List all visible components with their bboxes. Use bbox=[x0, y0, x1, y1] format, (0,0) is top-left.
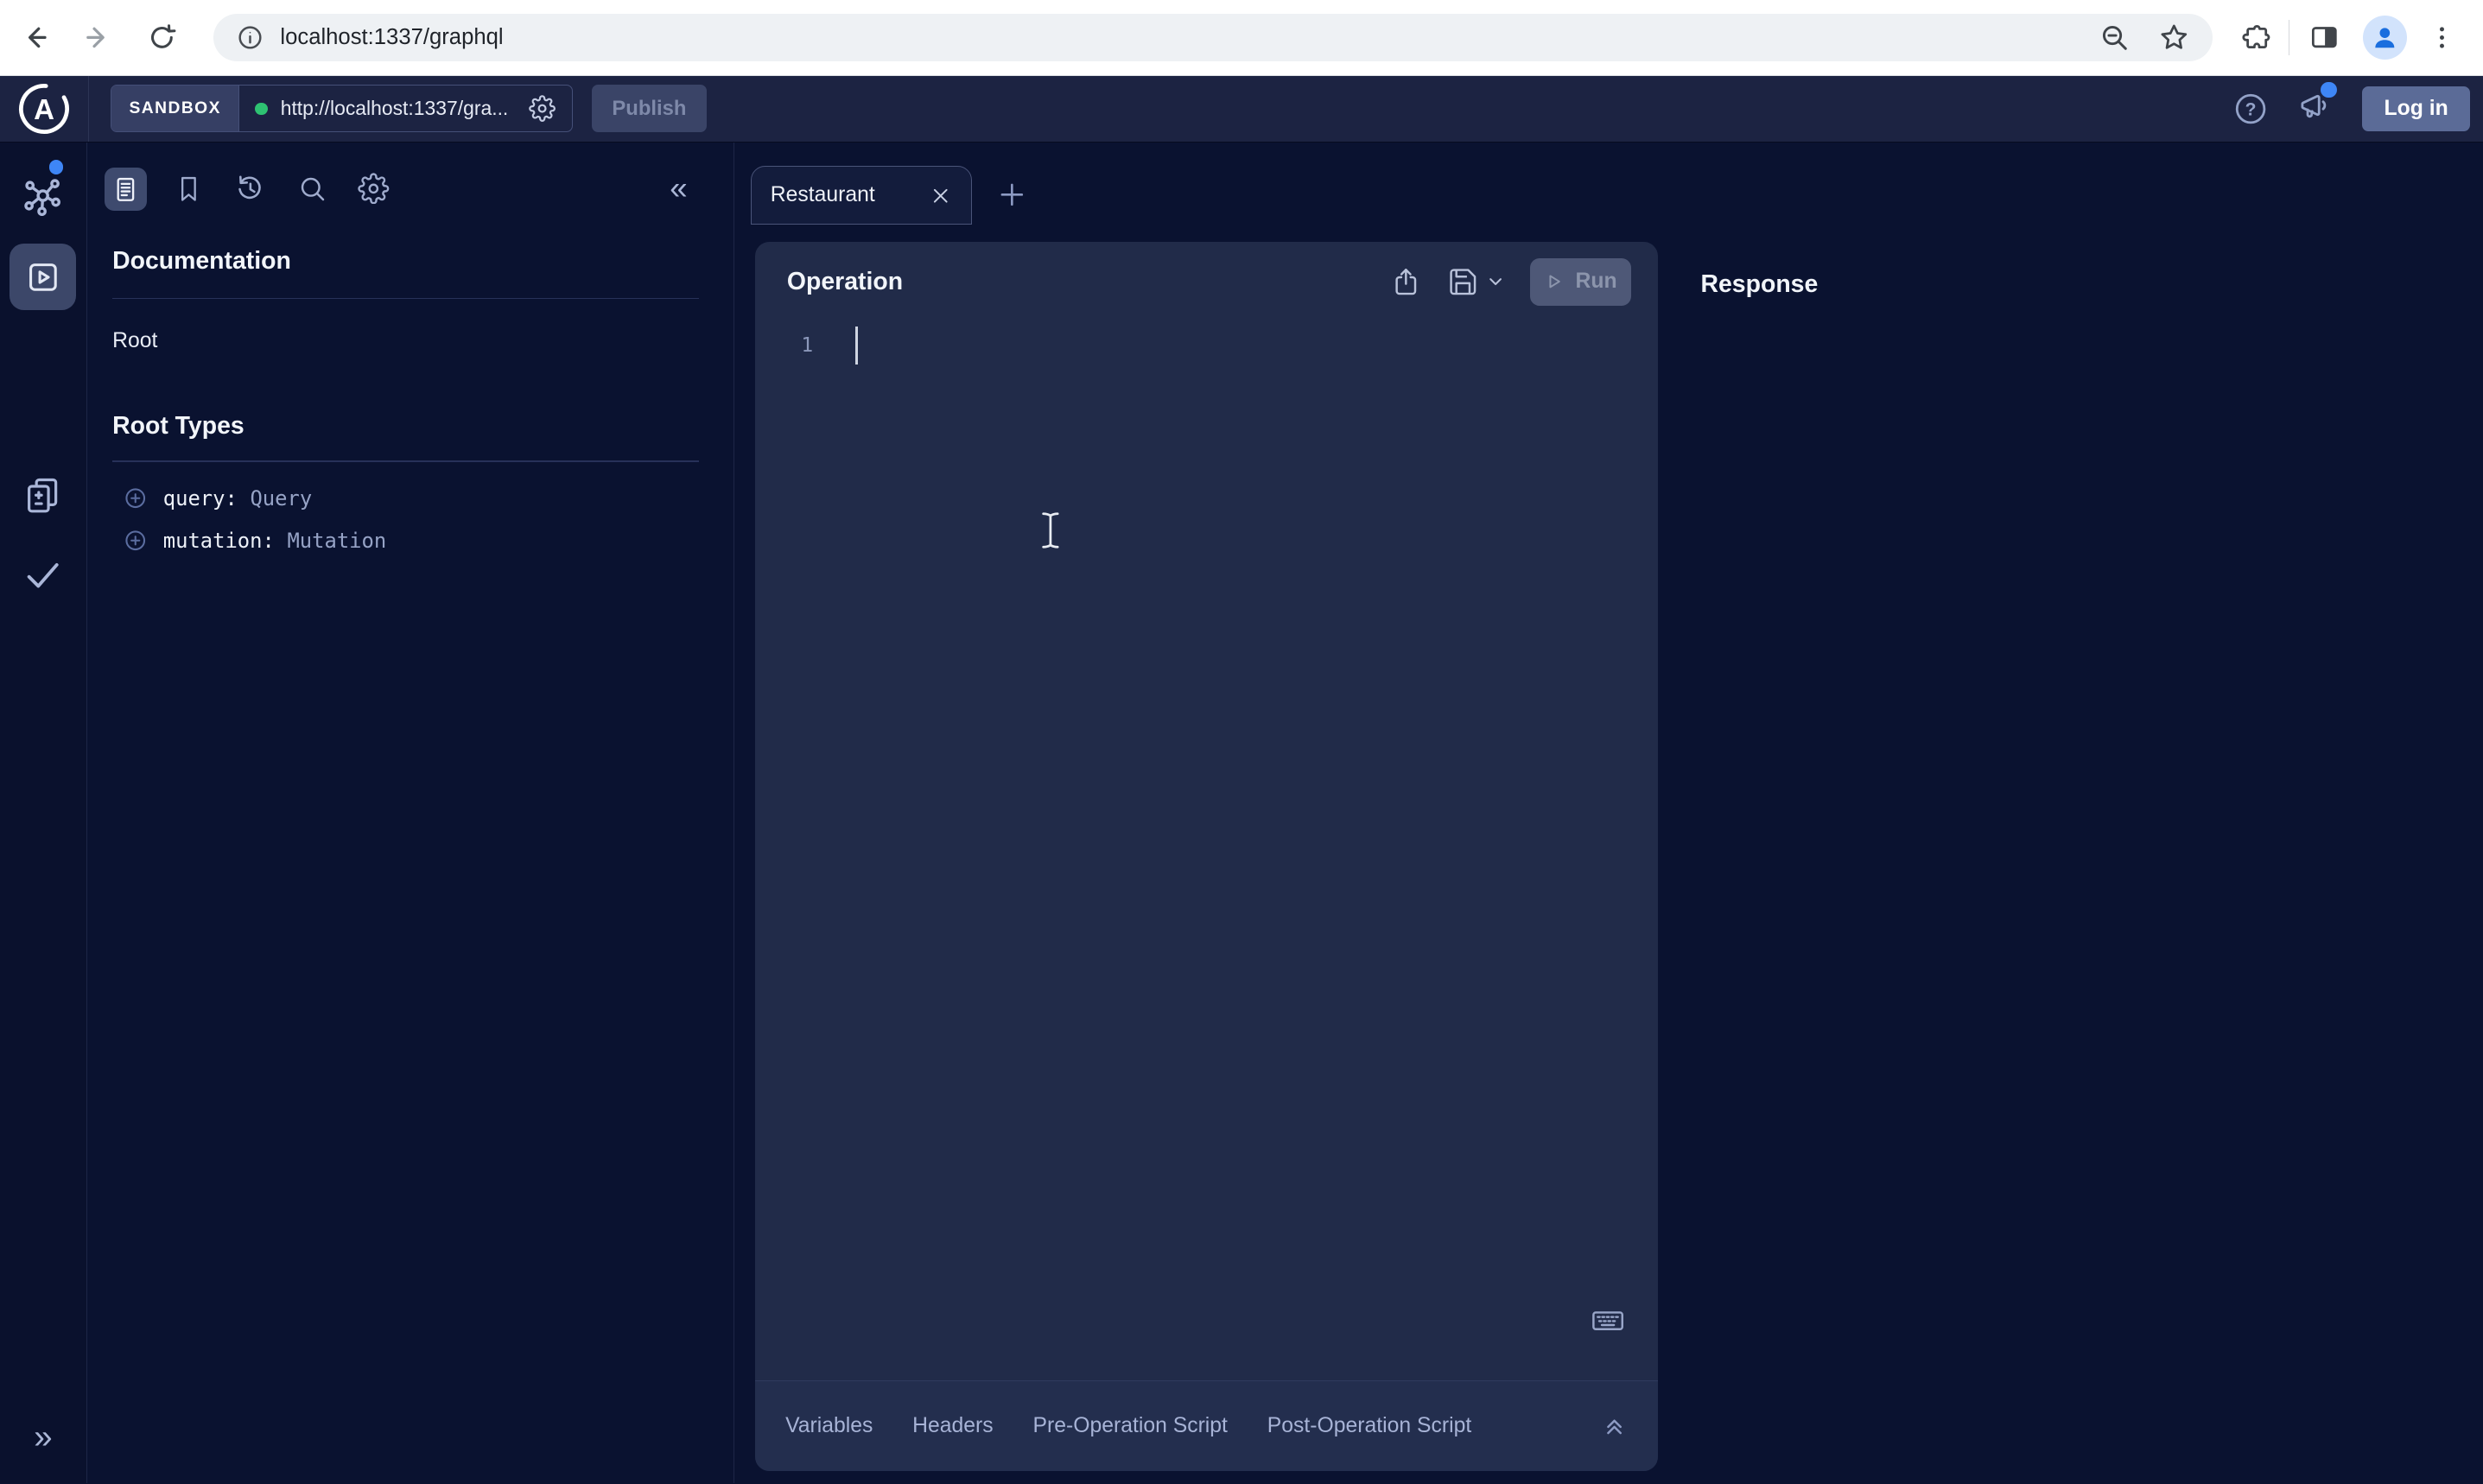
operation-title: Operation bbox=[787, 268, 903, 296]
response-title: Response bbox=[1701, 270, 1819, 298]
response-panel: Response bbox=[1658, 242, 2483, 1483]
explorer-settings-gear-icon[interactable] bbox=[356, 171, 391, 206]
publish-button[interactable]: Publish bbox=[592, 85, 708, 132]
tab-restaurant[interactable]: Restaurant bbox=[751, 166, 973, 225]
root-link[interactable]: Root bbox=[112, 329, 157, 353]
tab-strip: Restaurant bbox=[734, 143, 2483, 242]
endpoint-url-text: http://localhost:1337/gra... bbox=[281, 97, 509, 120]
svg-text:?: ? bbox=[2245, 99, 2256, 119]
history-icon[interactable] bbox=[232, 171, 267, 206]
root-type-row-mutation[interactable]: mutation: Mutation bbox=[124, 529, 386, 553]
notification-dot bbox=[2321, 82, 2336, 98]
announcements-button[interactable] bbox=[2296, 86, 2332, 130]
add-field-icon[interactable] bbox=[124, 486, 147, 510]
save-operation-icon[interactable] bbox=[1447, 266, 1479, 298]
browser-chrome: localhost:1337/graphql bbox=[0, 0, 2483, 76]
profile-avatar[interactable] bbox=[2363, 16, 2407, 60]
variables-tab[interactable]: Variables bbox=[785, 1414, 873, 1438]
run-label: Run bbox=[1575, 270, 1616, 294]
rail-item-changelog[interactable] bbox=[0, 473, 86, 517]
save-options-chevron-icon[interactable] bbox=[1487, 273, 1504, 290]
documentation-panel: « Documentation Root Root Types query: Q… bbox=[87, 143, 735, 1483]
rail-item-explorer-active[interactable] bbox=[10, 244, 76, 310]
sandbox-badge: SANDBOX bbox=[111, 86, 239, 131]
post-operation-script-tab[interactable]: Post-Operation Script bbox=[1267, 1414, 1471, 1438]
bookmark-star-icon[interactable] bbox=[2158, 22, 2190, 54]
svg-text:A: A bbox=[34, 93, 54, 125]
tab-label: Restaurant bbox=[771, 183, 875, 207]
collapse-docs-icon[interactable]: « bbox=[670, 168, 687, 209]
schema-graph-icon[interactable] bbox=[0, 175, 86, 219]
type-field-label[interactable]: query: bbox=[163, 486, 238, 511]
text-caret bbox=[855, 327, 859, 365]
apollo-logo[interactable]: A bbox=[0, 76, 89, 142]
chrome-menu-icon[interactable] bbox=[2426, 22, 2458, 54]
back-icon[interactable] bbox=[19, 22, 51, 54]
pre-operation-script-tab[interactable]: Pre-Operation Script bbox=[1032, 1414, 1227, 1438]
zoom-out-icon[interactable] bbox=[2099, 22, 2131, 54]
headers-tab[interactable]: Headers bbox=[912, 1414, 994, 1438]
mouse-ibeam-cursor bbox=[1040, 511, 1061, 549]
saved-operations-icon[interactable] bbox=[171, 171, 206, 206]
apollo-sandbox-app: localhost:1337/graphql bbox=[0, 0, 2483, 1483]
line-number: 1 bbox=[801, 334, 813, 357]
url-text: localhost:1337/graphql bbox=[280, 25, 503, 50]
connection-status-dot bbox=[255, 103, 268, 116]
search-icon[interactable] bbox=[295, 171, 329, 206]
keyboard-shortcuts-icon[interactable] bbox=[1590, 1303, 1626, 1339]
expand-footer-icon[interactable] bbox=[1601, 1412, 1628, 1439]
reload-icon[interactable] bbox=[146, 22, 178, 54]
side-panel-icon[interactable] bbox=[2308, 22, 2340, 54]
expand-rail-icon[interactable]: » bbox=[0, 1418, 86, 1456]
help-icon[interactable]: ? bbox=[2232, 91, 2269, 127]
chrome-toolbar-right bbox=[2213, 16, 2483, 60]
type-name-link[interactable]: Mutation bbox=[287, 529, 386, 553]
left-rail: » bbox=[0, 143, 87, 1483]
run-button[interactable]: Run bbox=[1530, 258, 1631, 306]
divider bbox=[112, 298, 699, 300]
close-tab-icon[interactable] bbox=[929, 184, 952, 207]
endpoint-url-field[interactable]: http://localhost:1337/gra... bbox=[239, 86, 572, 131]
documentation-tab-icon[interactable] bbox=[105, 168, 147, 210]
forward-icon[interactable] bbox=[82, 22, 114, 54]
add-field-icon[interactable] bbox=[124, 529, 147, 552]
connection-settings-gear-icon[interactable] bbox=[529, 95, 556, 122]
operation-footer: Variables Headers Pre-Operation Script P… bbox=[755, 1380, 1658, 1470]
root-type-row-query[interactable]: query: Query bbox=[124, 486, 312, 511]
operation-header: Operation bbox=[755, 242, 1658, 321]
main-area: Restaurant Operation bbox=[734, 143, 2483, 1483]
operation-editor[interactable]: 1 bbox=[755, 321, 1658, 1380]
login-button[interactable]: Log in bbox=[2362, 86, 2471, 130]
root-types-title: Root Types bbox=[112, 412, 244, 441]
apollo-topbar: A SANDBOX http://localhost:1337/gra... P… bbox=[0, 76, 2483, 143]
site-info-icon[interactable] bbox=[236, 23, 264, 52]
documentation-title: Documentation bbox=[112, 247, 291, 276]
toolbar-divider bbox=[2289, 20, 2290, 54]
operation-panel: Operation bbox=[755, 242, 1658, 1470]
type-name-link[interactable]: Query bbox=[250, 486, 312, 511]
divider bbox=[112, 460, 699, 462]
rail-item-checks[interactable] bbox=[0, 553, 86, 597]
endpoint-chip: SANDBOX http://localhost:1337/gra... bbox=[111, 85, 572, 132]
share-operation-icon[interactable] bbox=[1390, 266, 1422, 298]
address-bar[interactable]: localhost:1337/graphql bbox=[213, 14, 2212, 61]
schema-notification-dot bbox=[49, 160, 63, 174]
extensions-icon[interactable] bbox=[2241, 22, 2273, 54]
type-field-label[interactable]: mutation: bbox=[163, 529, 275, 553]
new-tab-icon[interactable] bbox=[996, 179, 1028, 211]
